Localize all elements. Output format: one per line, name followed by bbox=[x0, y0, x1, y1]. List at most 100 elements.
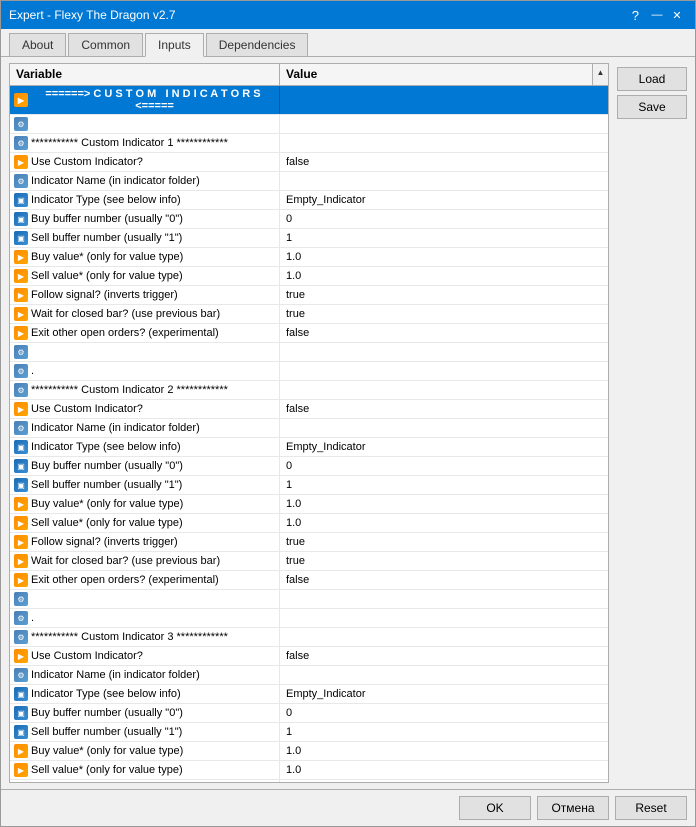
row-icon: ▶ bbox=[14, 554, 28, 568]
row-label: Buy value* (only for value type) bbox=[31, 498, 183, 510]
cell-value: true bbox=[280, 305, 608, 323]
cell-variable: ▶ Follow signal? (inverts trigger) bbox=[10, 286, 280, 304]
cell-variable: ▶ Sell value* (only for value type) bbox=[10, 514, 280, 532]
table-row[interactable]: ▶ Follow signal? (inverts trigger) true bbox=[10, 780, 608, 782]
table-row[interactable]: ▶ Buy value* (only for value type) 1.0 bbox=[10, 495, 608, 514]
tab-inputs[interactable]: Inputs bbox=[145, 33, 204, 57]
row-icon: ⚙ bbox=[14, 421, 28, 435]
row-icon: ▣ bbox=[14, 478, 28, 492]
table-row[interactable]: ▣ Sell buffer number (usually "1") 1 bbox=[10, 229, 608, 248]
cell-variable: ▣ Sell buffer number (usually "1") bbox=[10, 476, 280, 494]
table-row[interactable]: ▶ Buy value* (only for value type) 1.0 bbox=[10, 742, 608, 761]
cell-value: true bbox=[280, 286, 608, 304]
cell-value: 1.0 bbox=[280, 514, 608, 532]
cell-value: false bbox=[280, 324, 608, 342]
cell-variable: ⚙ Indicator Name (in indicator folder) bbox=[10, 419, 280, 437]
cell-value bbox=[280, 381, 608, 399]
row-icon: ⚙ bbox=[14, 364, 28, 378]
cell-variable: ⚙ bbox=[10, 590, 280, 608]
cell-value: 0 bbox=[280, 210, 608, 228]
row-icon: ▶ bbox=[14, 516, 28, 530]
table-row[interactable]: ⚙ *********** Custom Indicator 1 *******… bbox=[10, 134, 608, 153]
table-row[interactable]: ▣ Buy buffer number (usually "0") 0 bbox=[10, 457, 608, 476]
table-row[interactable]: ▣ Indicator Type (see below info) Empty_… bbox=[10, 685, 608, 704]
cell-variable: ⚙ . bbox=[10, 362, 280, 380]
row-icon: ⚙ bbox=[14, 174, 28, 188]
tab-about[interactable]: About bbox=[9, 33, 66, 56]
table-row[interactable]: ⚙ . bbox=[10, 362, 608, 381]
row-icon: ▶ bbox=[14, 402, 28, 416]
minimize-button[interactable]: — bbox=[647, 6, 667, 24]
cell-value bbox=[280, 419, 608, 437]
cell-value bbox=[280, 115, 608, 133]
save-button[interactable]: Save bbox=[617, 95, 687, 119]
cell-value bbox=[280, 609, 608, 627]
cell-value: 1 bbox=[280, 229, 608, 247]
row-icon: ⚙ bbox=[14, 136, 28, 150]
cell-variable: ▶ Sell value* (only for value type) bbox=[10, 267, 280, 285]
row-label: Exit other open orders? (experimental) bbox=[31, 327, 219, 339]
table-row[interactable]: ▶ Wait for closed bar? (use previous bar… bbox=[10, 305, 608, 324]
table-row[interactable]: ⚙ Indicator Name (in indicator folder) bbox=[10, 419, 608, 438]
cell-variable: ⚙ Indicator Name (in indicator folder) bbox=[10, 666, 280, 684]
table-row[interactable]: ▶ Sell value* (only for value type) 1.0 bbox=[10, 267, 608, 286]
table-row[interactable]: ▣ Sell buffer number (usually "1") 1 bbox=[10, 723, 608, 742]
table-row[interactable]: ▣ Indicator Type (see below info) Empty_… bbox=[10, 438, 608, 457]
tab-common[interactable]: Common bbox=[68, 33, 143, 56]
table-row[interactable]: ⚙ bbox=[10, 343, 608, 362]
table-row[interactable]: ▣ Buy buffer number (usually "0") 0 bbox=[10, 210, 608, 229]
table-row[interactable]: ▶ Use Custom Indicator? false bbox=[10, 153, 608, 172]
table-row[interactable]: ▶ Exit other open orders? (experimental)… bbox=[10, 324, 608, 343]
cell-variable: ▶ Buy value* (only for value type) bbox=[10, 495, 280, 513]
close-button[interactable]: ✕ bbox=[667, 6, 687, 24]
table-row[interactable]: ▶ ======> C U S T O M I N D I C A T O R … bbox=[10, 86, 608, 115]
cell-value: 1.0 bbox=[280, 761, 608, 779]
cell-variable: ▶ Sell value* (only for value type) bbox=[10, 761, 280, 779]
scroll-up-arrow[interactable]: ▲ bbox=[595, 66, 607, 79]
table-row[interactable]: ▶ Follow signal? (inverts trigger) true bbox=[10, 533, 608, 552]
table-row[interactable]: ▣ Indicator Type (see below info) Empty_… bbox=[10, 191, 608, 210]
row-label: . bbox=[31, 365, 34, 377]
row-icon: ▶ bbox=[14, 573, 28, 587]
cell-value: true bbox=[280, 780, 608, 782]
cell-value: 1.0 bbox=[280, 267, 608, 285]
table-row[interactable]: ▣ Buy buffer number (usually "0") 0 bbox=[10, 704, 608, 723]
row-label: . bbox=[31, 612, 34, 624]
row-icon: ⚙ bbox=[14, 611, 28, 625]
content-area: Variable Value ▲ ▶ ======> C U S T O M I… bbox=[1, 57, 695, 789]
table-row[interactable]: ⚙ bbox=[10, 590, 608, 609]
row-icon: ⚙ bbox=[14, 117, 28, 131]
table-row[interactable]: ⚙ *********** Custom Indicator 2 *******… bbox=[10, 381, 608, 400]
load-button[interactable]: Load bbox=[617, 67, 687, 91]
table-row[interactable]: ▶ Use Custom Indicator? false bbox=[10, 400, 608, 419]
table-row[interactable]: ▣ Sell buffer number (usually "1") 1 bbox=[10, 476, 608, 495]
table-body[interactable]: ▶ ======> C U S T O M I N D I C A T O R … bbox=[10, 86, 608, 782]
table-row[interactable]: ⚙ Indicator Name (in indicator folder) bbox=[10, 172, 608, 191]
table-row[interactable]: ▶ Use Custom Indicator? false bbox=[10, 647, 608, 666]
col-variable-header: Variable bbox=[10, 64, 280, 85]
table-row[interactable]: ▶ Wait for closed bar? (use previous bar… bbox=[10, 552, 608, 571]
side-buttons: Load Save bbox=[617, 63, 687, 783]
cell-variable: ⚙ Indicator Name (in indicator folder) bbox=[10, 172, 280, 190]
table-row[interactable]: ▶ Sell value* (only for value type) 1.0 bbox=[10, 514, 608, 533]
cell-variable: ▣ Sell buffer number (usually "1") bbox=[10, 229, 280, 247]
tab-dependencies[interactable]: Dependencies bbox=[206, 33, 309, 56]
cell-variable: ▶ Use Custom Indicator? bbox=[10, 400, 280, 418]
cell-value: true bbox=[280, 533, 608, 551]
cell-variable: ▣ Indicator Type (see below info) bbox=[10, 438, 280, 456]
table-row[interactable]: ⚙ *********** Custom Indicator 3 *******… bbox=[10, 628, 608, 647]
help-button[interactable]: ? bbox=[632, 8, 639, 23]
row-label: Use Custom Indicator? bbox=[31, 650, 143, 662]
cell-variable: ▣ Buy buffer number (usually "0") bbox=[10, 210, 280, 228]
row-label: Indicator Type (see below info) bbox=[31, 688, 181, 700]
cell-value: 0 bbox=[280, 457, 608, 475]
table-row[interactable]: ▶ Exit other open orders? (experimental)… bbox=[10, 571, 608, 590]
table-row[interactable]: ▶ Sell value* (only for value type) 1.0 bbox=[10, 761, 608, 780]
table-row[interactable]: ▶ Follow signal? (inverts trigger) true bbox=[10, 286, 608, 305]
table-row[interactable]: ▶ Buy value* (only for value type) 1.0 bbox=[10, 248, 608, 267]
row-label: Sell value* (only for value type) bbox=[31, 764, 183, 776]
table-row[interactable]: ⚙ . bbox=[10, 609, 608, 628]
table-row[interactable]: ⚙ bbox=[10, 115, 608, 134]
row-label: ======> C U S T O M I N D I C A T O R S … bbox=[31, 88, 275, 112]
table-row[interactable]: ⚙ Indicator Name (in indicator folder) bbox=[10, 666, 608, 685]
